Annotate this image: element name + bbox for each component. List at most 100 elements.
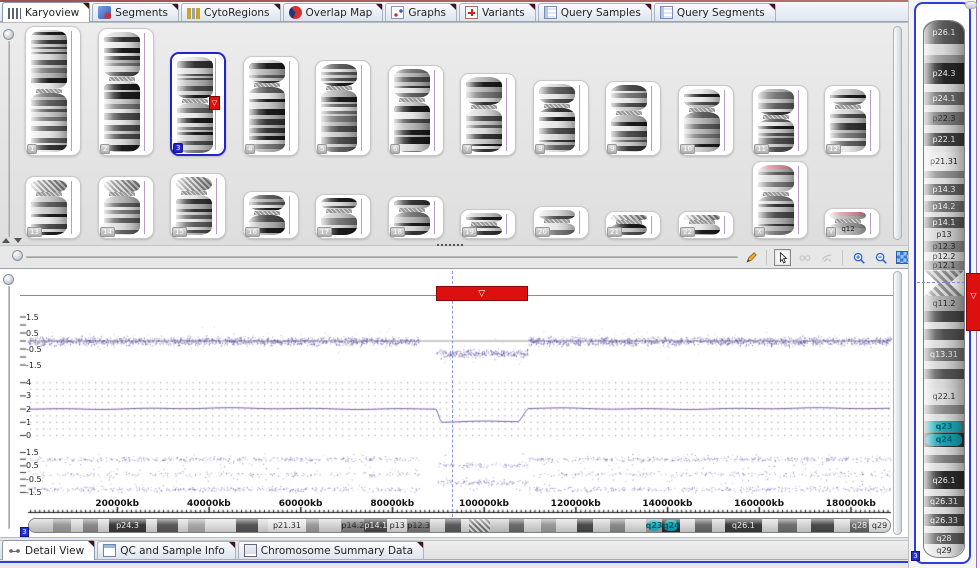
ideogram-band [71, 519, 84, 532]
chromosome-card-17[interactable]: 17 [315, 194, 371, 239]
karyoview-zoom-slider-track[interactable] [8, 41, 10, 237]
sidebar-band-q26-31: q26.31 [924, 496, 964, 507]
chromosome-card-8[interactable]: 8 [533, 80, 589, 156]
chromosome-card-2[interactable]: 2 [98, 28, 154, 156]
tab-graphs[interactable]: Graphs [385, 3, 457, 21]
tab-variants[interactable]: Variants [459, 3, 536, 21]
ideogram-band [83, 519, 97, 532]
chromosome-card-6[interactable]: 6 [388, 65, 444, 156]
sidebar-scroll-cap[interactable] [965, 1, 977, 9]
chromosome-card-16[interactable]: 16 [243, 191, 299, 239]
tab-corner-marker-icon [229, 542, 235, 548]
horizontal-zoom-slider[interactable] [12, 250, 23, 261]
ideogram-band [319, 519, 341, 532]
link-tool-icon[interactable] [796, 249, 813, 266]
chromosome-ideogram-12 [830, 89, 866, 152]
horizontal-zoom-slider-track[interactable] [26, 256, 738, 258]
chromosome-card-20[interactable]: 20 [533, 206, 589, 239]
zoom-out-icon[interactable] [872, 249, 889, 266]
splitter-grip-icon[interactable] [437, 244, 464, 246]
tab-qc-and-sample-info[interactable]: QC and Sample Info [97, 541, 236, 559]
lasso-tool-icon[interactable] [818, 249, 835, 266]
tab-chromosome-summary-data[interactable]: Chromosome Summary Data [238, 541, 424, 559]
detail-zoom-slider[interactable] [3, 274, 14, 285]
chromosome-number-badge: 16 [245, 227, 260, 237]
tab-overlap-map[interactable]: Overlap Map [283, 3, 384, 21]
sidebar-band [924, 414, 964, 421]
karyoview-zoom-slider[interactable] [3, 29, 14, 40]
chromosome-card-1[interactable]: 1 [25, 26, 81, 156]
chromosome-number-badge: 20 [535, 227, 550, 237]
chromosome-card-19[interactable]: 19 [460, 209, 516, 239]
cytoregions-icon [187, 8, 200, 19]
graph-guide-line [724, 90, 725, 151]
y-tick-label: 1.5 [26, 313, 39, 322]
segment-marker-glyph: ▽ [478, 289, 485, 299]
x-axis-label: 100000kb [459, 499, 509, 509]
ideogram-band [625, 519, 646, 532]
p-arm [177, 57, 213, 99]
sidebar-band-q26-1: q26.1 [924, 471, 964, 489]
ideogram-band [541, 519, 555, 532]
q-arm [31, 93, 67, 152]
edit-pen-icon[interactable] [742, 249, 759, 266]
sidebar-chromosome-ideogram[interactable]: p26.1p24.3p24.1p22.3p22.1p21.31p14.3p14.… [923, 20, 965, 558]
detail-scrollbar[interactable] [893, 271, 902, 535]
chromosome-card-22[interactable]: 22 [678, 211, 734, 239]
karyoview-scrollbar[interactable] [893, 26, 902, 240]
tab-label: CytoRegions [204, 7, 270, 19]
band-label: q23 [936, 422, 953, 431]
sidebar-band [924, 463, 964, 471]
ideogram-band [509, 519, 523, 532]
chromosome-card-3[interactable]: 3▽ [170, 52, 226, 156]
sidebar-segment-marker[interactable]: ▽ [966, 273, 980, 331]
chromosome-ideogram-2 [104, 32, 140, 152]
tab-segments[interactable]: Segments [92, 3, 179, 21]
chromosome-number-badge: 12 [826, 144, 841, 154]
chromosome-card-Y[interactable]: q12Y [824, 208, 880, 239]
chromosome-card-12[interactable]: 12 [824, 85, 880, 156]
tab-karyoview[interactable]: Karyoview [2, 2, 90, 22]
tab-cytoregions[interactable]: CytoRegions [181, 3, 281, 21]
y-tick-label: 0.5 [26, 329, 39, 338]
table-icon [660, 6, 673, 19]
sidebar-band-p26-1: p26.1 [924, 21, 964, 44]
chromosome-card-X[interactable]: X [752, 161, 808, 239]
tab-query-samples[interactable]: Query Samples [538, 3, 652, 21]
chromosome-card-9[interactable]: 9 [605, 81, 661, 156]
sidebar-band [924, 322, 964, 329]
chromosome-card-10[interactable]: 10 [678, 85, 734, 156]
selected-segment-marker[interactable]: ▽ [209, 96, 220, 110]
p-arm [611, 85, 647, 111]
pointer-tool-icon[interactable] [774, 249, 791, 266]
sidebar-band [924, 311, 964, 321]
ideogram-band [778, 519, 797, 532]
chromosome-card-4[interactable]: 4 [243, 56, 299, 156]
ideogram-band [98, 519, 109, 532]
chromosome-number-badge: 6 [390, 144, 400, 154]
chromosome-card-11[interactable]: 11 [752, 85, 808, 156]
chromosome-card-13[interactable]: 13 [25, 176, 81, 239]
chromosome-card-5[interactable]: 5 [315, 60, 371, 156]
segment-marker[interactable]: ▽ [436, 286, 528, 301]
tab-query-segments[interactable]: Query Segments [654, 3, 776, 21]
chromosome-card-18[interactable]: 18 [388, 196, 444, 239]
chromosome-number-badge: 7 [462, 144, 472, 154]
ideogram-band-q26-1: q26.1 [725, 519, 762, 532]
graph-guide-line [71, 31, 72, 151]
p-arm [394, 200, 430, 208]
chromosome-ideogram-track[interactable]: p24.3p21.31p14.2p14.1p13p12.3q23q24q26.1… [28, 518, 891, 533]
x-axis-label: 140000kb [642, 499, 692, 509]
ideogram-band [430, 519, 444, 532]
tab-detail-view[interactable]: Detail View [2, 540, 95, 560]
chromosome-card-21[interactable]: 21 [605, 211, 661, 239]
chromosome-card-14[interactable]: 14 [98, 176, 154, 239]
chromosome-card-15[interactable]: 15 [170, 173, 226, 239]
detail-zoom-slider-track[interactable] [8, 286, 10, 529]
sidebar-band [924, 361, 964, 369]
chromosome-card-7[interactable]: 7 [460, 73, 516, 156]
p-arm [539, 210, 575, 219]
p-arm [321, 198, 357, 209]
band-label: p22.3 [933, 114, 956, 123]
zoom-in-icon[interactable] [850, 249, 867, 266]
